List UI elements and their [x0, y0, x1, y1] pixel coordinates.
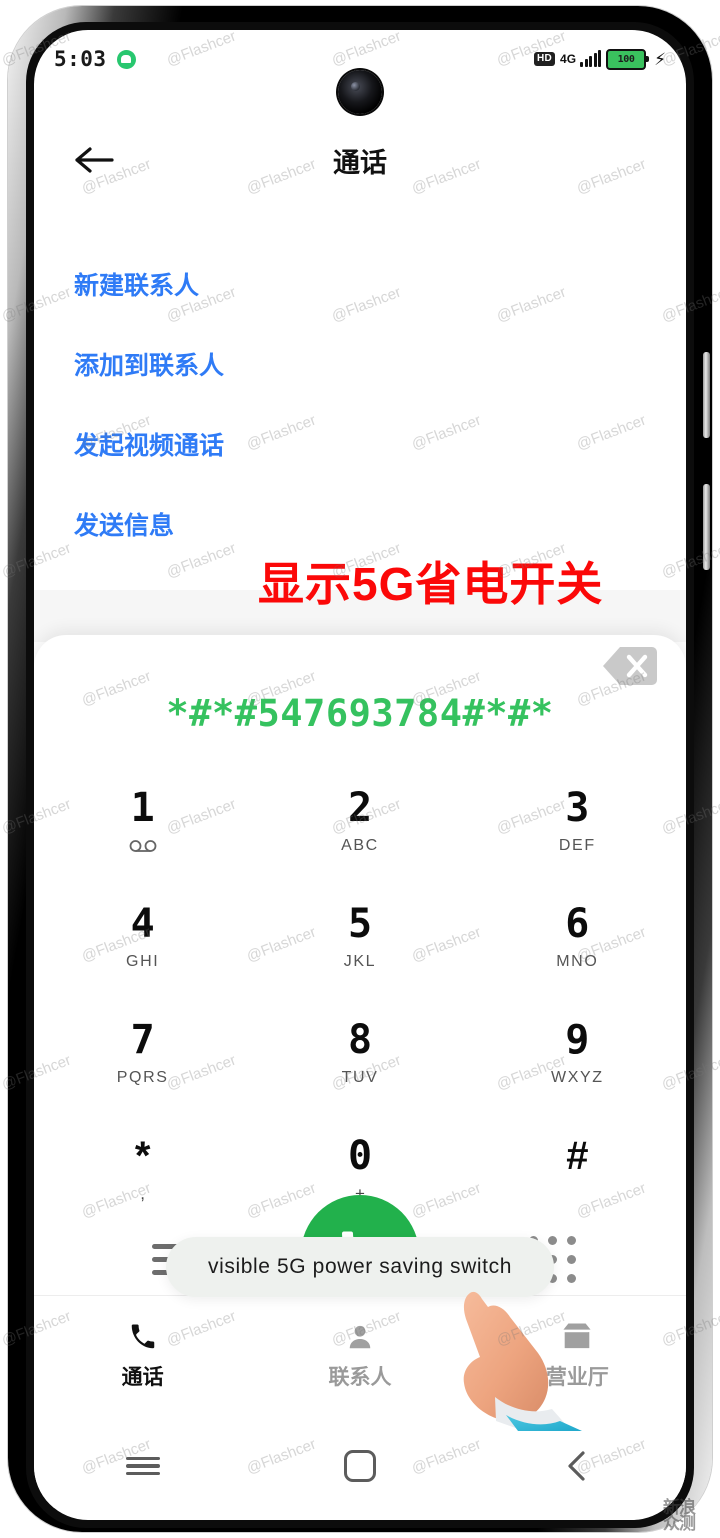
battery-level-label: 100: [617, 53, 635, 65]
front-camera-punch-hole: [338, 70, 382, 114]
dialed-number-display[interactable]: *#*#547693784#*#*: [166, 692, 553, 735]
volume-button[interactable]: [703, 352, 710, 438]
dial-keypad: 1 2 ABC 3 DEF 4 GHI 5 JKL 6 MNO 7 PQRS 8…: [34, 763, 686, 1227]
key-4[interactable]: 4 GHI: [34, 879, 251, 995]
tab-store[interactable]: 营业厅: [469, 1318, 686, 1391]
home-square-icon[interactable]: [322, 1438, 398, 1494]
action-link-add-to-contact[interactable]: 添加到联系人: [34, 324, 686, 404]
key-digit-label: 9: [565, 1016, 590, 1063]
key-star[interactable]: * ,: [34, 1111, 251, 1227]
key-sub-label: JKL: [343, 952, 377, 970]
action-link-new-contact[interactable]: 新建联系人: [34, 244, 686, 324]
phone-icon: [128, 1318, 158, 1352]
key-sub-label: WXYZ: [551, 1068, 604, 1086]
key-digit-label: 2: [347, 784, 373, 831]
action-link-list: 新建联系人 添加到联系人 发起视频通话 发送信息: [34, 244, 686, 564]
hd-badge-icon: HD: [534, 52, 556, 66]
tab-label: 通话: [121, 1365, 164, 1389]
back-arrow-icon[interactable]: [72, 138, 116, 182]
key-digit-label: #: [566, 1133, 589, 1178]
key-3[interactable]: 3 DEF: [469, 763, 686, 879]
sina-watermark: 新浪 众测: [663, 1497, 696, 1533]
tab-calls[interactable]: 通话: [34, 1318, 251, 1391]
network-type-label: 4G: [560, 52, 577, 66]
tab-label: 营业厅: [545, 1365, 609, 1389]
status-time: 5:03: [54, 47, 107, 71]
key-sub-label: ,: [140, 1183, 146, 1203]
key-sub-label: MNO: [556, 952, 599, 970]
key-1[interactable]: 1: [34, 763, 251, 879]
action-link-video-call[interactable]: 发起视频通话: [34, 404, 686, 484]
dialed-number-row: *#*#547693784#*#*: [34, 681, 686, 745]
android-nav-bar: [34, 1424, 686, 1508]
app-header: 通话: [34, 122, 686, 198]
backspace-icon[interactable]: [602, 643, 658, 689]
back-chevron-icon[interactable]: [539, 1438, 615, 1494]
charging-bolt-icon: ⚡: [654, 49, 666, 69]
key-digit-label: 8: [347, 1016, 373, 1063]
voicemail-icon: [129, 837, 157, 855]
key-sub-label: GHI: [126, 952, 160, 970]
store-icon: [561, 1318, 593, 1352]
key-digit-label: 1: [130, 784, 155, 831]
recents-menu-icon[interactable]: [105, 1438, 181, 1494]
key-digit-label: 7: [130, 1016, 155, 1063]
key-digit-label: 0: [347, 1132, 373, 1179]
key-sub-label: ABC: [341, 836, 379, 854]
phone-screen: 5:03 HD 4G 100 ⚡ 通话 新建联系人 添加到联系人 发起视频通话 …: [34, 30, 686, 1520]
key-digit-label: 6: [565, 900, 590, 947]
person-icon: [345, 1318, 375, 1352]
key-2[interactable]: 2 ABC: [251, 763, 468, 879]
battery-icon: 100: [606, 48, 650, 70]
key-sub-label: DEF: [558, 836, 596, 854]
key-digit-label: 4: [130, 900, 155, 947]
key-digit-label: *: [134, 1133, 151, 1178]
key-hash[interactable]: #: [469, 1111, 686, 1227]
phone-device-frame: 5:03 HD 4G 100 ⚡ 通话 新建联系人 添加到联系人 发起视频通话 …: [8, 6, 712, 1532]
status-bar-left: 5:03: [54, 47, 136, 71]
tab-label: 联系人: [328, 1365, 392, 1389]
key-5[interactable]: 5 JKL: [251, 879, 468, 995]
signal-bars-icon: [580, 50, 602, 67]
power-button[interactable]: [703, 484, 710, 570]
page-title: 通话: [333, 147, 387, 178]
status-bar-right: HD 4G 100 ⚡: [534, 48, 666, 70]
annotation-text: 显示5G省电开关: [258, 558, 604, 610]
bottom-tab-bar: 通话 联系人 营业厅: [34, 1295, 686, 1412]
key-sub-label: PQRS: [116, 1068, 169, 1086]
key-7[interactable]: 7 PQRS: [34, 995, 251, 1111]
key-digit-label: 5: [347, 900, 373, 947]
key-digit-label: 3: [565, 784, 590, 831]
key-9[interactable]: 9 WXYZ: [469, 995, 686, 1111]
key-8[interactable]: 8 TUV: [251, 995, 468, 1111]
android-robot-icon: [116, 49, 136, 69]
key-sub-label: TUV: [341, 1068, 379, 1086]
toast-message: visible 5G power saving switch: [166, 1237, 554, 1297]
tab-contacts[interactable]: 联系人: [251, 1318, 468, 1391]
key-6[interactable]: 6 MNO: [469, 879, 686, 995]
